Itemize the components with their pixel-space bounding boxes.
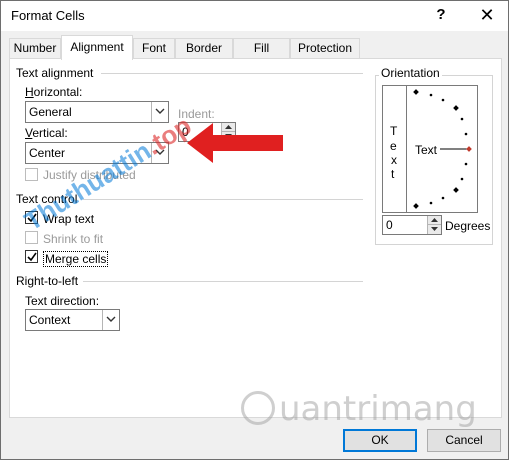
degrees-value: 0 xyxy=(386,218,393,232)
vertical-text-letter: x xyxy=(391,153,397,167)
ok-button[interactable]: OK xyxy=(343,429,417,452)
vertical-label: Vertical: xyxy=(25,126,68,140)
help-button[interactable]: ? xyxy=(429,4,453,26)
merge-cells-checkbox[interactable] xyxy=(25,250,38,263)
degrees-label: Degrees xyxy=(445,219,491,233)
text-direction-dropdown-arrow[interactable] xyxy=(102,310,119,330)
horizontal-label-rest: orizontal: xyxy=(33,85,83,99)
triangle-up-icon xyxy=(431,218,438,222)
shrink-to-fit-label: Shrink to fit xyxy=(43,232,104,246)
text-control-separator xyxy=(83,199,363,200)
degrees-down-button[interactable] xyxy=(428,225,441,234)
vertical-select-value: Center xyxy=(29,146,66,160)
text-alignment-group-label: Text alignment xyxy=(16,66,94,80)
horizontal-label: Horizontal: xyxy=(25,85,83,99)
horizontal-select-value: General xyxy=(29,105,72,119)
triangle-down-icon xyxy=(431,227,438,231)
tab-fill[interactable]: Fill xyxy=(233,38,290,59)
merge-cells-label: Merge cells xyxy=(43,251,109,267)
tab-protection[interactable]: Protection xyxy=(290,38,360,59)
tab-strip: Number Alignment Font Border Fill Protec… xyxy=(9,35,503,60)
justify-distributed-checkbox[interactable] xyxy=(25,168,38,181)
vertical-text-button[interactable]: T e x t xyxy=(383,86,407,212)
degrees-spin-buttons xyxy=(427,216,441,234)
format-cells-dialog: Format Cells ? ✕ Number Alignment Font B… xyxy=(0,0,509,460)
text-direction-value: Context xyxy=(29,313,71,327)
cancel-button[interactable]: Cancel xyxy=(427,429,501,452)
title-bar: Format Cells ? ✕ xyxy=(1,1,508,31)
right-to-left-group-label: Right-to-left xyxy=(16,274,79,288)
vertical-text-letter: T xyxy=(390,124,398,138)
text-direction-select[interactable]: Context xyxy=(25,309,120,331)
degrees-up-button[interactable] xyxy=(428,216,441,225)
text-direction-label: Text direction: xyxy=(25,294,100,308)
orientation-group-label: Orientation xyxy=(379,66,442,80)
close-button[interactable]: ✕ xyxy=(475,4,499,26)
right-to-left-separator xyxy=(83,281,363,282)
degrees-spinner[interactable]: 0 xyxy=(382,215,442,235)
vertical-text-letter: t xyxy=(391,167,395,181)
tab-alignment[interactable]: Alignment xyxy=(61,35,133,60)
horizontal-select[interactable]: General xyxy=(25,101,169,123)
chevron-down-icon xyxy=(155,108,165,114)
tab-font[interactable]: Font xyxy=(133,38,175,59)
quantrimang-logo-icon xyxy=(241,391,275,425)
orientation-dial-text: Text xyxy=(415,143,438,157)
checkmark-icon xyxy=(27,252,37,262)
red-left-arrow-icon xyxy=(187,123,283,163)
watermark-quantrimang: uantrimang xyxy=(279,389,477,429)
dialog-title: Format Cells xyxy=(11,8,85,23)
vertical-label-rest: ertical: xyxy=(32,126,68,140)
vertical-text-letter: e xyxy=(390,139,397,153)
tab-border[interactable]: Border xyxy=(175,38,233,59)
tab-number[interactable]: Number xyxy=(9,38,61,59)
chevron-down-icon xyxy=(106,316,116,322)
text-alignment-separator xyxy=(101,73,363,74)
